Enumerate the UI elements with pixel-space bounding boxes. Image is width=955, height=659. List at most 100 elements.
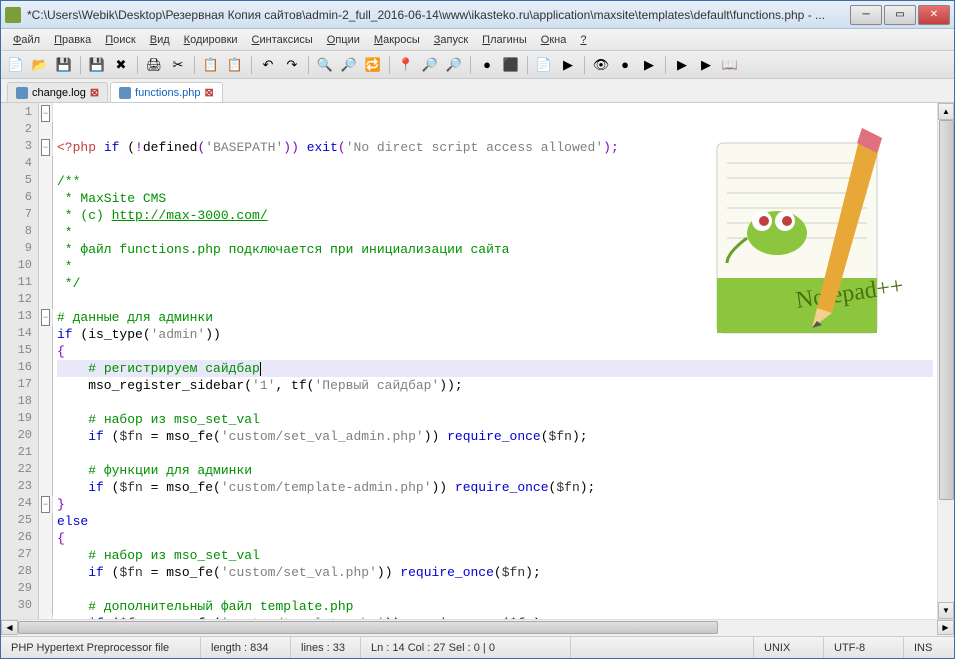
tab-change.log[interactable]: change.log⊠: [7, 82, 108, 102]
toolbar-button-10[interactable]: ↷: [281, 54, 303, 76]
scroll-up-button[interactable]: ▲: [938, 103, 954, 120]
code-line-14[interactable]: # регистрируем сайдбар: [57, 360, 933, 377]
code-line-12[interactable]: if (is_type('admin')): [57, 326, 933, 343]
fold-marker[interactable]: −: [39, 139, 52, 156]
toolbar-button-15[interactable]: 🔎: [419, 54, 441, 76]
scroll-thumb-horizontal[interactable]: [18, 621, 718, 634]
tab-close-icon[interactable]: ⊠: [204, 86, 213, 99]
toolbar-button-6[interactable]: ✂: [167, 54, 189, 76]
fold-marker[interactable]: −: [39, 309, 52, 326]
code-line-3[interactable]: /**: [57, 173, 933, 190]
code-area[interactable]: <?php if (!defined('BASEPATH')) exit('No…: [53, 103, 937, 619]
minimize-button[interactable]: ─: [850, 5, 882, 25]
toolbar-button-17[interactable]: ●: [476, 54, 498, 76]
toolbar-button-2[interactable]: 💾: [53, 54, 75, 76]
toolbar-button-16[interactable]: 🔎: [443, 54, 465, 76]
code-line-29[interactable]: if ($fn = mso_fe('custom/template.php'))…: [57, 615, 933, 619]
toolbar-button-18[interactable]: ⬛: [500, 54, 522, 76]
toolbar-button-25[interactable]: ▶: [695, 54, 717, 76]
menu-?[interactable]: ?: [574, 32, 592, 48]
horizontal-scrollbar[interactable]: ◀ ▶: [1, 619, 954, 636]
toolbar-button-8[interactable]: 📋: [224, 54, 246, 76]
code-line-2[interactable]: [57, 156, 933, 173]
toolbar-button-3[interactable]: 💾: [86, 54, 108, 76]
toolbar-button-22[interactable]: ●: [614, 54, 636, 76]
menu-файл[interactable]: Файл: [7, 32, 46, 48]
line-number: 7: [1, 207, 38, 224]
toolbar-button-11[interactable]: 🔍: [314, 54, 336, 76]
code-line-25[interactable]: # набор из mso_set_val: [57, 547, 933, 564]
toolbar-button-9[interactable]: ↶: [257, 54, 279, 76]
menu-синтаксисы[interactable]: Синтаксисы: [246, 32, 319, 48]
code-line-11[interactable]: # данные для админки: [57, 309, 933, 326]
line-number: 26: [1, 530, 38, 547]
code-line-20[interactable]: # функции для админки: [57, 462, 933, 479]
menu-окна[interactable]: Окна: [535, 32, 573, 48]
scroll-right-button[interactable]: ▶: [937, 620, 954, 635]
status-insert-mode: INS: [904, 637, 954, 658]
tab-bar: change.log⊠functions.php⊠: [1, 79, 954, 103]
maximize-button[interactable]: ▭: [884, 5, 916, 25]
toolbar-button-4[interactable]: ✖: [110, 54, 132, 76]
toolbar-button-5[interactable]: 🖨: [143, 54, 165, 76]
menu-кодировки[interactable]: Кодировки: [178, 32, 244, 48]
menu-запуск[interactable]: Запуск: [428, 32, 474, 48]
fold-marker: [39, 190, 52, 207]
close-button[interactable]: ✕: [918, 5, 950, 25]
toolbar-button-14[interactable]: 📍: [395, 54, 417, 76]
scroll-thumb-vertical[interactable]: [939, 120, 954, 500]
vertical-scrollbar[interactable]: ▲ ▼: [937, 103, 954, 619]
code-line-15[interactable]: mso_register_sidebar('1', tf('Первый сай…: [57, 377, 933, 394]
menu-макросы[interactable]: Макросы: [368, 32, 426, 48]
line-number: 1: [1, 105, 38, 122]
code-line-8[interactable]: *: [57, 258, 933, 275]
code-line-17[interactable]: # набор из mso_set_val: [57, 411, 933, 428]
code-line-24[interactable]: {: [57, 530, 933, 547]
fold-marker[interactable]: −: [39, 105, 52, 122]
toolbar-button-0[interactable]: 📄: [5, 54, 27, 76]
code-line-28[interactable]: # дополнительный файл template.php: [57, 598, 933, 615]
code-line-9[interactable]: */: [57, 275, 933, 292]
code-line-22[interactable]: }: [57, 496, 933, 513]
code-line-1[interactable]: <?php if (!defined('BASEPATH')) exit('No…: [57, 139, 933, 156]
code-line-18[interactable]: if ($fn = mso_fe('custom/set_val_admin.p…: [57, 428, 933, 445]
code-line-19[interactable]: [57, 445, 933, 462]
menu-опции[interactable]: Опции: [321, 32, 366, 48]
code-line-4[interactable]: * MaxSite CMS: [57, 190, 933, 207]
code-line-27[interactable]: [57, 581, 933, 598]
toolbar-button-12[interactable]: 🔎: [338, 54, 360, 76]
code-line-21[interactable]: if ($fn = mso_fe('custom/template-admin.…: [57, 479, 933, 496]
menu-поиск[interactable]: Поиск: [99, 32, 141, 48]
menu-плагины[interactable]: Плагины: [476, 32, 533, 48]
toolbar-separator: [80, 56, 81, 74]
toolbar-button-13[interactable]: 🔁: [362, 54, 384, 76]
toolbar-button-26[interactable]: 📖: [719, 54, 741, 76]
app-window: *C:\Users\Webik\Desktop\Резервная Копия …: [0, 0, 955, 659]
toolbar-button-21[interactable]: 👁: [590, 54, 612, 76]
code-line-10[interactable]: [57, 292, 933, 309]
fold-marker[interactable]: −: [39, 496, 52, 513]
menu-вид[interactable]: Вид: [144, 32, 176, 48]
code-line-5[interactable]: * (c) http://max-3000.com/: [57, 207, 933, 224]
code-line-6[interactable]: *: [57, 224, 933, 241]
code-line-16[interactable]: [57, 394, 933, 411]
toolbar-button-20[interactable]: ▶: [557, 54, 579, 76]
fold-marker: [39, 173, 52, 190]
code-line-13[interactable]: {: [57, 343, 933, 360]
toolbar-button-23[interactable]: ▶: [638, 54, 660, 76]
scroll-left-button[interactable]: ◀: [1, 620, 18, 635]
toolbar-button-7[interactable]: 📋: [200, 54, 222, 76]
toolbar-button-1[interactable]: 📂: [29, 54, 51, 76]
code-line-26[interactable]: if ($fn = mso_fe('custom/set_val.php')) …: [57, 564, 933, 581]
tab-close-icon[interactable]: ⊠: [90, 86, 99, 99]
code-line-7[interactable]: * файл functions.php подключается при ин…: [57, 241, 933, 258]
tab-functions.php[interactable]: functions.php⊠: [110, 82, 223, 102]
toolbar-separator: [389, 56, 390, 74]
code-line-23[interactable]: else: [57, 513, 933, 530]
toolbar-separator: [665, 56, 666, 74]
toolbar-button-19[interactable]: 📄: [533, 54, 555, 76]
status-filetype: PHP Hypertext Preprocessor file: [1, 637, 201, 658]
toolbar-button-24[interactable]: ▶: [671, 54, 693, 76]
scroll-down-button[interactable]: ▼: [938, 602, 954, 619]
menu-правка[interactable]: Правка: [48, 32, 97, 48]
